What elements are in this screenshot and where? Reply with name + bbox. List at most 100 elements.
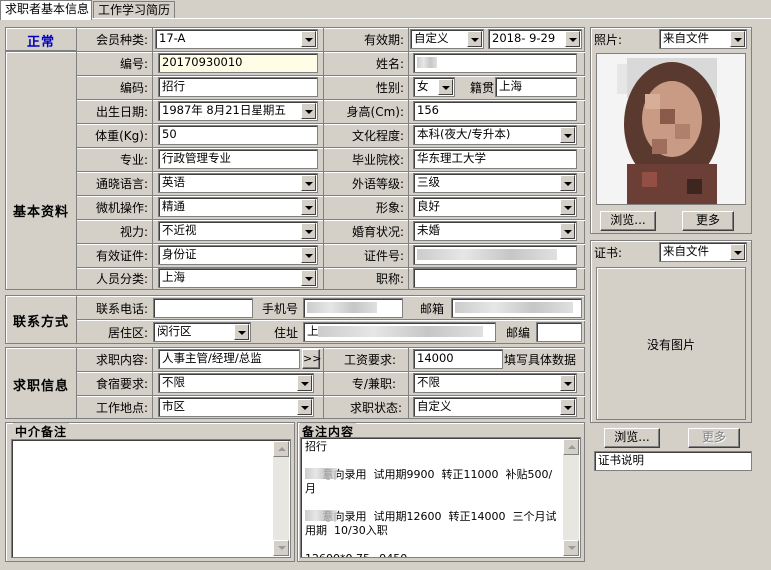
col-divider [152,27,153,290]
chevron-down-icon[interactable] [730,244,745,260]
scroll-down-icon[interactable] [563,540,579,556]
fulltime-label: 专/兼职: [351,377,396,391]
birth-date-picker[interactable]: 1987年 8月21日星期五 [158,101,318,121]
scrollbar[interactable] [563,439,579,556]
remarks-textarea[interactable]: 招行 意向录用 试用期9900 转正11000 补贴500/月 意向录用 试用期… [300,437,581,558]
redacted-address [318,326,483,337]
title-field[interactable] [413,268,577,288]
job-content-field[interactable]: 人事主管/经理/总监 [158,349,300,369]
validity-date-picker[interactable]: 2018- 9-29 [488,29,582,49]
job-status-select[interactable]: 自定义 [413,397,577,417]
phone-field[interactable] [153,298,253,318]
validity-type-select[interactable]: 自定义 [410,29,484,49]
photo-browse-button[interactable]: 浏览... [600,211,656,231]
redacted-company [305,510,337,521]
job-content-expand-button[interactable]: >> [302,349,321,369]
email-field[interactable] [451,298,582,318]
scrollbar[interactable] [273,441,289,556]
cert-source-select[interactable]: 来自文件 [659,242,747,262]
location-label: 工作地点: [95,401,148,415]
chevron-down-icon[interactable] [301,223,316,239]
chevron-down-icon[interactable] [438,79,453,95]
computer-label: 微机操作: [95,201,148,215]
chevron-down-icon[interactable] [301,199,316,215]
location-select[interactable]: 市区 [158,397,314,417]
computer-select[interactable]: 精通 [158,197,318,217]
lodging-select[interactable]: 不限 [158,373,314,393]
chevron-down-icon[interactable] [301,247,316,263]
appearance-select[interactable]: 良好 [413,197,577,217]
scroll-up-icon[interactable] [273,441,289,457]
chevron-down-icon[interactable] [301,270,316,286]
cert-more-button[interactable]: 更多 [688,428,740,448]
major-field[interactable]: 行政管理专业 [158,149,318,169]
chevron-down-icon[interactable] [730,31,745,47]
mobile-label: 手机号 [261,302,298,316]
code-field[interactable]: 招行 [158,77,318,97]
col-divider [323,27,324,290]
weight-field[interactable]: 50 [158,125,318,145]
row-divider [77,243,585,244]
marital-select[interactable]: 未婚 [413,221,577,241]
redacted-name [417,57,437,68]
category-value: 上海 [162,270,185,284]
scroll-up-icon[interactable] [563,439,579,455]
chevron-down-icon[interactable] [297,399,312,415]
chevron-down-icon[interactable] [560,375,575,391]
title-label: 职称: [375,272,404,286]
tab-resume[interactable]: 工作学习简历 [93,1,175,19]
row-divider [77,51,585,52]
tab-basic-info[interactable]: 求职者基本信息 [0,0,92,20]
chevron-down-icon[interactable] [297,375,312,391]
chevron-down-icon[interactable] [234,324,249,340]
mobile-field[interactable] [303,298,403,318]
lang-level-select[interactable]: 三级 [413,173,577,193]
validity-date-value: 2018- 9-29 [492,31,556,45]
gender-select[interactable]: 女 [413,77,455,97]
lodging-label: 食宿要求: [95,377,148,391]
photo-source-value: 来自文件 [663,31,709,45]
category-select[interactable]: 上海 [158,268,318,288]
job-group-title: 求职信息 [12,379,69,394]
chevron-down-icon[interactable] [301,103,316,119]
id-no-label: 证件号: [363,249,404,263]
school-field[interactable]: 华东理工大学 [413,149,577,169]
district-select[interactable]: 闵行区 [153,322,251,342]
vision-select[interactable]: 不近视 [158,221,318,241]
chevron-down-icon[interactable] [301,175,316,191]
chevron-down-icon[interactable] [560,175,575,191]
scroll-down-icon[interactable] [273,540,289,556]
photo-more-button[interactable]: 更多 [682,211,734,231]
contact-group-title: 联系方式 [12,315,69,330]
origin-field[interactable]: 上海 [495,77,577,97]
language-select[interactable]: 英语 [158,173,318,193]
cert-description-field[interactable]: 证书说明 [594,451,752,471]
col-divider [408,347,409,419]
id-no-field[interactable] [413,245,577,265]
chevron-down-icon[interactable] [560,127,575,143]
agent-notes-textarea[interactable] [11,439,291,558]
redacted-email [455,302,573,313]
location-value: 市区 [162,399,185,413]
cert-browse-button[interactable]: 浏览... [604,428,660,448]
job-status-label: 求职状态: [349,401,402,415]
fulltime-select[interactable]: 不限 [413,373,577,393]
education-select[interactable]: 本科(夜大/专升本) [413,125,577,145]
chevron-down-icon[interactable] [301,31,316,47]
height-field[interactable]: 156 [413,101,577,121]
row-divider [77,123,585,124]
salary-field[interactable]: 14000 [413,349,503,369]
chevron-down-icon[interactable] [565,31,580,47]
id-type-select[interactable]: 身份证 [158,245,318,265]
postcode-field[interactable] [536,322,582,342]
chevron-down-icon[interactable] [560,399,575,415]
member-type-select[interactable]: 17-A [155,29,318,49]
chevron-down-icon[interactable] [467,31,482,47]
name-field[interactable] [413,53,577,73]
chevron-down-icon[interactable] [560,223,575,239]
number-field[interactable]: 20170930010 [158,53,318,73]
chevron-down-icon[interactable] [560,199,575,215]
gender-value: 女 [417,79,429,93]
photo-source-select[interactable]: 来自文件 [659,29,747,49]
address-field[interactable]: 上 [303,322,496,342]
